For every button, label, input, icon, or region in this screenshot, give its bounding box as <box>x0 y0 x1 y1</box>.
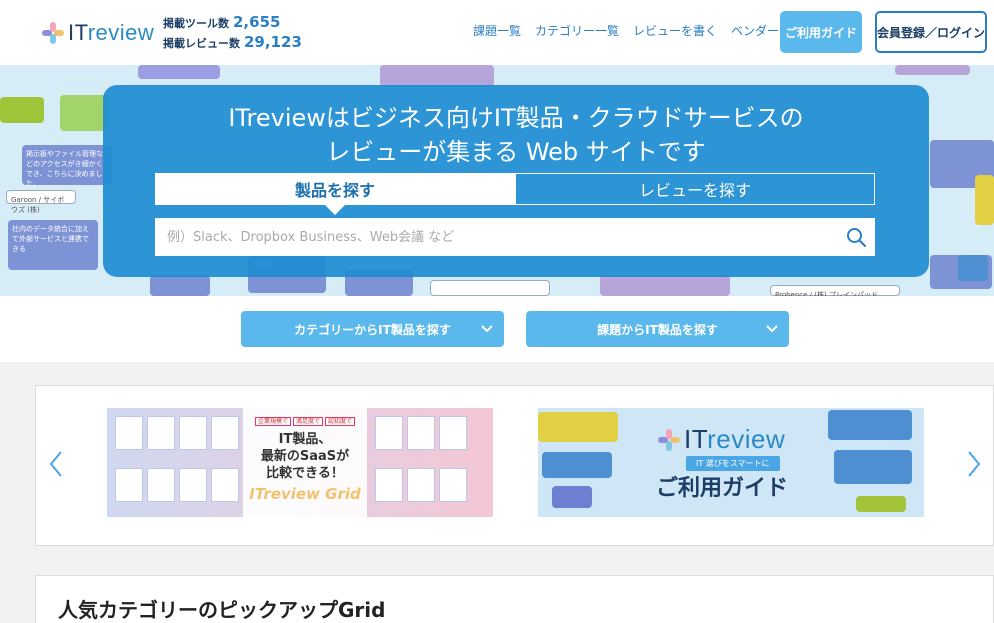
logo-mark-icon <box>42 22 64 44</box>
guide-banner[interactable]: ITreview IT 選びをスマートに ご利用ガイド <box>538 408 924 517</box>
issue-button-label: 課題からIT製品を探す <box>597 322 718 337</box>
hero-bubble-green <box>60 95 108 131</box>
stat-reviews: 掲載レビュー数 29,123 <box>163 33 302 51</box>
banner-bubble <box>834 450 912 484</box>
hero-bubble-yellow <box>975 175 994 225</box>
grid-thumbnail <box>407 416 435 450</box>
category-button-label: カテゴリーからIT製品を探す <box>294 322 451 337</box>
hero-bubble <box>150 275 210 296</box>
site-header: ITreview 掲載ツール数 2,655 掲載レビュー数 29,123 課題一覧 … <box>0 0 994 65</box>
nav-issues[interactable]: 課題一覧 <box>473 22 521 39</box>
pickup-grid-section: 人気カテゴリーのピックアップGrid <box>35 575 994 623</box>
issue-dropdown-button[interactable]: 課題からIT製品を探す <box>526 311 789 347</box>
grid-banner-headline: IT製品、 最新のSaaSが 比較できる！ <box>260 432 350 481</box>
logo-text: ITreview <box>68 20 155 45</box>
category-search-band: カテゴリーからIT製品を探す 課題からIT製品を探す <box>0 296 994 362</box>
tab-reviews[interactable]: レビューを探す <box>515 173 875 205</box>
stat-tools: 掲載ツール数 2,655 <box>163 13 281 31</box>
grid-thumbnail <box>179 468 207 502</box>
tab-products[interactable]: 製品を探す <box>155 173 515 215</box>
banner-bubble <box>538 412 618 442</box>
grid-banner[interactable]: 企業規模で 満足度で 認知度で IT製品、 最新のSaaSが 比較できる！ ITre… <box>107 408 493 517</box>
grid-banner-brand: ITreview Grid <box>249 485 361 503</box>
banner-bubble <box>542 452 612 478</box>
grid-thumbnail <box>375 416 403 450</box>
hero-bubble: 社内のデータ統合に加えて外部サービスと連携できる <box>8 220 98 270</box>
banner-carousel: 企業規模で 満足度で 認知度で IT製品、 最新のSaaSが 比較できる！ ITre… <box>35 385 994 546</box>
grid-banner-pills: 企業規模で 満足度で 認知度で <box>243 416 367 426</box>
chevron-right-icon[interactable] <box>966 450 982 482</box>
hero-bubble-green <box>0 97 44 123</box>
hero-bubble: Garoon / サイボウズ (株) <box>6 190 76 214</box>
guide-button[interactable]: ご利用ガイド <box>780 11 862 53</box>
grid-thumbnail <box>211 416 239 450</box>
grid-thumbnail <box>115 416 143 450</box>
banner-bubble <box>828 410 912 440</box>
grid-thumbnail <box>439 416 467 450</box>
chevron-down-icon <box>480 321 494 338</box>
hero-bubble: 掲示板やファイル管理などのアクセスがき細かくでき、こちらに決めました。 <box>22 145 112 188</box>
site-stats: 掲載ツール数 2,655 掲載レビュー数 29,123 <box>163 13 302 53</box>
chevron-down-icon <box>765 321 779 338</box>
chevron-left-icon[interactable] <box>48 450 64 482</box>
grid-thumbnail <box>147 468 175 502</box>
search-input[interactable] <box>155 219 837 255</box>
hero-bubble <box>138 65 220 79</box>
category-dropdown-button[interactable]: カテゴリーからIT製品を探す <box>241 311 504 347</box>
grid-thumbnail <box>407 468 435 502</box>
grid-thumbnail <box>115 468 143 502</box>
hero-bubble <box>600 275 730 296</box>
search-tabs: 製品を探す レビューを探す <box>155 173 875 215</box>
hero-bubble <box>895 65 970 75</box>
nav-categories[interactable]: カテゴリー一覧 <box>535 22 619 39</box>
nav-write-review[interactable]: レビューを書く <box>633 22 717 39</box>
grid-banner-copy: 企業規模で 満足度で 認知度で IT製品、 最新のSaaSが 比較できる！ ITre… <box>243 408 367 517</box>
search-box <box>155 218 875 256</box>
hero-bubble <box>380 65 494 87</box>
hero-title: ITreviewはビジネス向けIT製品・クラウドサービスの レビューが集まる W… <box>228 104 804 166</box>
site-logo[interactable]: ITreview <box>42 20 154 46</box>
grid-thumbnail <box>147 416 175 450</box>
hero-bubble: Probence / (株) プレインパッド <box>770 285 900 296</box>
grid-thumbnail <box>439 468 467 502</box>
grid-thumbnail <box>179 416 207 450</box>
banner-bubble <box>856 496 906 512</box>
hero-bubble <box>958 255 988 281</box>
hero-bubble <box>430 280 550 296</box>
login-button[interactable]: 会員登録／ログイン <box>875 11 987 53</box>
section-title: 人気カテゴリーのピックアップGrid <box>58 598 386 622</box>
grid-thumbnail <box>211 468 239 502</box>
search-icon[interactable] <box>837 218 875 256</box>
guide-banner-tagline: IT 選びをスマートに <box>686 456 780 471</box>
hero-search-panel: ITreviewはビジネス向けIT製品・クラウドサービスの レビューが集まる W… <box>103 85 929 277</box>
banner-bubble <box>552 486 592 508</box>
hero-section: 掲示板やファイル管理などのアクセスがき細かくでき、こちらに決めました。 社内のデ… <box>0 65 994 296</box>
grid-thumbnail <box>375 468 403 502</box>
guide-banner-logo: ITreview <box>658 424 785 455</box>
logo-mark-icon <box>658 428 680 451</box>
header-nav: 課題一覧 カテゴリー一覧 レビューを書く ベンダーの方 <box>473 22 817 39</box>
guide-banner-title: ご利用ガイド <box>656 476 789 501</box>
